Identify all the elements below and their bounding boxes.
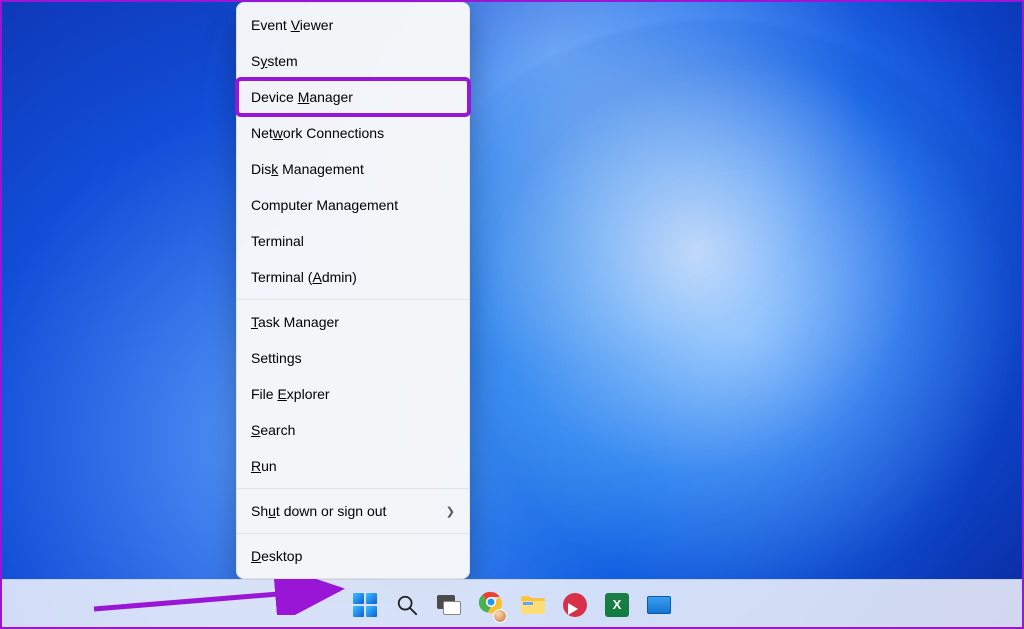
chrome-app-icon <box>479 590 503 619</box>
task-view-button-icon <box>437 595 461 615</box>
menu-item-label: Terminal <box>251 233 304 249</box>
winx-context-menu: Event Viewer System Device Manager Network … <box>236 2 470 579</box>
desktop-wallpaper <box>0 0 1024 629</box>
menu-item-label: System <box>251 53 298 69</box>
chrome-app[interactable] <box>477 591 505 619</box>
menu-item-label: Search <box>251 422 295 438</box>
menu-item-search[interactable]: Search <box>237 412 469 448</box>
menu-separator <box>237 533 469 534</box>
start-button[interactable] <box>351 591 379 619</box>
menu-item-desktop[interactable]: Desktop <box>237 538 469 574</box>
menu-separator <box>237 488 469 489</box>
menu-item-label: Task Manager <box>251 314 339 330</box>
menu-item-label: Settings <box>251 350 302 366</box>
menu-item-label: Network Connections <box>251 125 384 141</box>
task-view-button[interactable] <box>435 591 463 619</box>
search-button[interactable] <box>393 591 421 619</box>
menu-item-run[interactable]: Run <box>237 448 469 484</box>
menu-item-label: Computer Management <box>251 197 398 213</box>
menu-item-settings[interactable]: Settings <box>237 340 469 376</box>
menu-item-label: Run <box>251 458 277 474</box>
menu-item-label: Desktop <box>251 548 302 564</box>
menu-item-event-viewer[interactable]: Event Viewer <box>237 7 469 43</box>
menu-item-device-manager[interactable]: Device Manager <box>237 79 469 115</box>
file-explorer-app[interactable] <box>519 591 547 619</box>
menu-item-label: Disk Management <box>251 161 364 177</box>
taskbar: X <box>0 579 1024 629</box>
start-button-icon <box>353 593 377 617</box>
file-explorer-app-icon <box>520 594 546 616</box>
menu-item-computer-management[interactable]: Computer Management <box>237 187 469 223</box>
excel-app[interactable]: X <box>603 591 631 619</box>
menu-item-system[interactable]: System <box>237 43 469 79</box>
menu-item-file-explorer[interactable]: File Explorer <box>237 376 469 412</box>
menu-item-label: Device Manager <box>251 89 353 105</box>
menu-item-label: Terminal (Admin) <box>251 269 357 285</box>
search-button-icon <box>396 594 418 616</box>
menu-item-label: Shut down or sign out <box>251 503 386 519</box>
menu-item-label: File Explorer <box>251 386 330 402</box>
menu-separator <box>237 299 469 300</box>
app-blue-tile[interactable] <box>645 591 673 619</box>
menu-item-disk-management[interactable]: Disk Management <box>237 151 469 187</box>
menu-item-network-connections[interactable]: Network Connections <box>237 115 469 151</box>
menu-item-terminal-admin[interactable]: Terminal (Admin) <box>237 259 469 295</box>
todoist-app[interactable] <box>561 591 589 619</box>
excel-app-icon: X <box>605 593 629 617</box>
menu-item-terminal[interactable]: Terminal <box>237 223 469 259</box>
menu-item-task-manager[interactable]: Task Manager <box>237 304 469 340</box>
menu-item-shut-down-or-sign-out[interactable]: Shut down or sign out ❯ <box>237 493 469 529</box>
menu-item-label: Event Viewer <box>251 17 333 33</box>
app-blue-tile-icon <box>647 596 671 614</box>
profile-avatar-badge <box>493 609 507 623</box>
chevron-right-icon: ❯ <box>446 505 455 518</box>
todoist-app-icon <box>563 593 587 617</box>
